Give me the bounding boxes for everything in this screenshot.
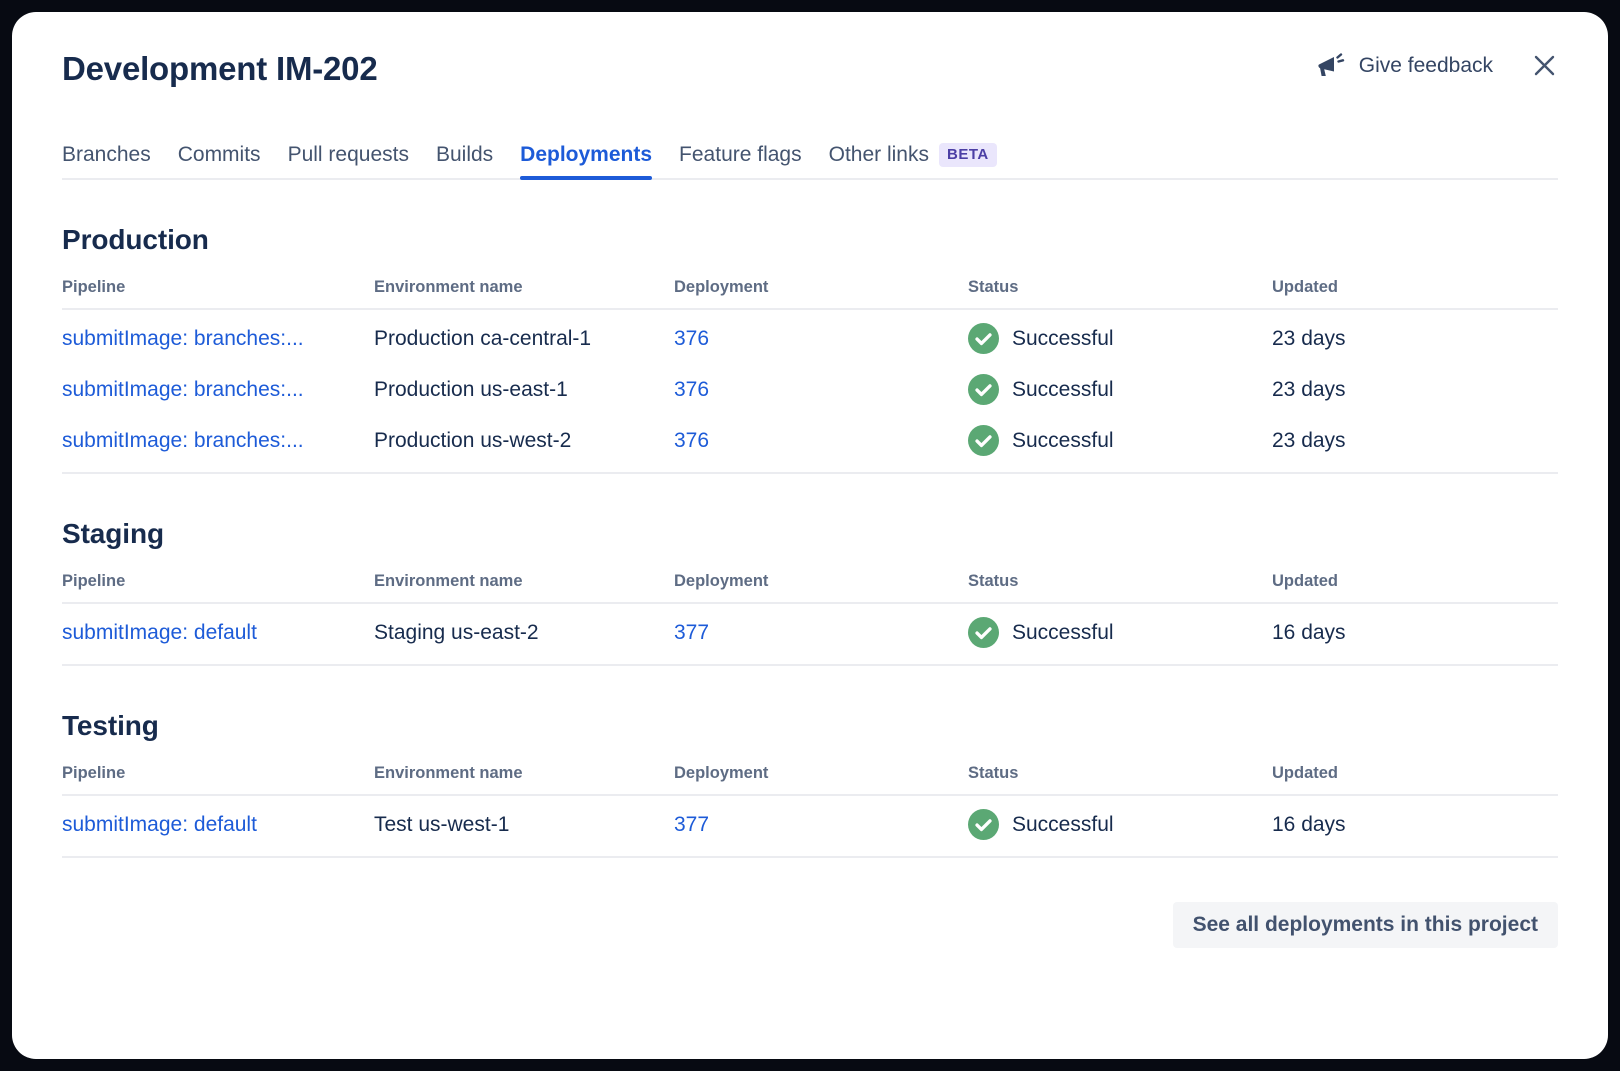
tab-branches[interactable]: Branches [62,143,151,180]
deployment-link[interactable]: 377 [674,813,968,837]
column-header-updated: Updated [1272,278,1558,297]
table-header-row: PipelineEnvironment nameDeploymentStatus… [62,278,1558,310]
section-heading: Production [62,224,1558,256]
environment-name: Production ca-central-1 [374,327,674,351]
column-header-status: Status [968,764,1272,783]
environment-name: Production us-west-2 [374,429,674,453]
column-header-status: Status [968,278,1272,297]
column-header-pipeline: Pipeline [62,572,374,591]
status-label: Successful [1012,378,1114,402]
column-header-updated: Updated [1272,764,1558,783]
pipeline-link[interactable]: submitImage: branches:... [62,378,374,402]
tab-feature-flags[interactable]: Feature flags [679,143,802,180]
column-header-pipeline: Pipeline [62,764,374,783]
beta-badge: BETA [939,143,997,167]
column-header-environment-name: Environment name [374,764,674,783]
megaphone-icon [1316,53,1346,79]
column-header-deployment: Deployment [674,278,968,297]
updated-cell: 23 days [1272,429,1558,453]
status-label: Successful [1012,813,1114,837]
tab-label: Deployments [520,143,652,167]
deployment-section: Testing PipelineEnvironment nameDeployme… [62,710,1558,858]
deployment-link[interactable]: 376 [674,378,968,402]
tab-label: Pull requests [288,143,409,167]
status-cell: Successful [968,323,1272,354]
tab-bar: Branches Commits Pull requests Builds De… [62,143,1558,180]
tab-label: Commits [178,143,261,167]
pipeline-link[interactable]: submitImage: branches:... [62,429,374,453]
deployment-link[interactable]: 376 [674,429,968,453]
success-check-icon [968,374,999,405]
success-check-icon [968,425,999,456]
updated-cell: 23 days [1272,327,1558,351]
section-heading: Staging [62,518,1558,550]
table-row: submitImage: default Test us-west-1 377 … [62,799,1558,850]
dialog-header: Development IM-202 Give feedback [62,48,1558,90]
column-header-environment-name: Environment name [374,572,674,591]
column-header-deployment: Deployment [674,572,968,591]
table-body: submitImage: branches:... Production ca-… [62,310,1558,474]
table-body: submitImage: default Staging us-east-2 3… [62,604,1558,666]
tab-pull-requests[interactable]: Pull requests [288,143,409,180]
status-cell: Successful [968,809,1272,840]
success-check-icon [968,617,999,648]
dialog-footer: See all deployments in this project [62,902,1558,948]
header-actions: Give feedback [1316,52,1558,79]
tab-label: Other links [829,143,929,167]
table-row: submitImage: default Staging us-east-2 3… [62,607,1558,658]
deployment-section: Staging PipelineEnvironment nameDeployme… [62,518,1558,666]
environment-name: Test us-west-1 [374,813,674,837]
updated-cell: 16 days [1272,813,1558,837]
see-all-deployments-button[interactable]: See all deployments in this project [1173,902,1558,948]
status-cell: Successful [968,617,1272,648]
deployment-link[interactable]: 377 [674,621,968,645]
status-label: Successful [1012,429,1114,453]
section-heading: Testing [62,710,1558,742]
table-header-row: PipelineEnvironment nameDeploymentStatus… [62,572,1558,604]
table-row: submitImage: branches:... Production us-… [62,364,1558,415]
page-title: Development IM-202 [62,48,378,90]
status-label: Successful [1012,621,1114,645]
table-row: submitImage: branches:... Production us-… [62,415,1558,466]
environment-name: Staging us-east-2 [374,621,674,645]
success-check-icon [968,323,999,354]
column-header-environment-name: Environment name [374,278,674,297]
pipeline-link[interactable]: submitImage: branches:... [62,327,374,351]
close-icon[interactable] [1531,52,1558,79]
updated-cell: 23 days [1272,378,1558,402]
tab-commits[interactable]: Commits [178,143,261,180]
table-header-row: PipelineEnvironment nameDeploymentStatus… [62,764,1558,796]
development-dialog: Development IM-202 Give feedback Br [12,12,1608,1059]
tab-label: Branches [62,143,151,167]
table-row: submitImage: branches:... Production ca-… [62,313,1558,364]
pipeline-link[interactable]: submitImage: default [62,813,374,837]
environment-name: Production us-east-1 [374,378,674,402]
give-feedback-button[interactable]: Give feedback [1316,53,1493,79]
give-feedback-label: Give feedback [1359,54,1493,78]
column-header-status: Status [968,572,1272,591]
tab-builds[interactable]: Builds [436,143,493,180]
tab-other-links[interactable]: Other links BETA [829,143,997,180]
status-cell: Successful [968,425,1272,456]
updated-cell: 16 days [1272,621,1558,645]
column-header-pipeline: Pipeline [62,278,374,297]
tab-deployments[interactable]: Deployments [520,143,652,180]
sections-container: Production PipelineEnvironment nameDeplo… [62,224,1558,858]
table-body: submitImage: default Test us-west-1 377 … [62,796,1558,858]
pipeline-link[interactable]: submitImage: default [62,621,374,645]
deployment-link[interactable]: 376 [674,327,968,351]
tab-label: Builds [436,143,493,167]
success-check-icon [968,809,999,840]
status-label: Successful [1012,327,1114,351]
column-header-deployment: Deployment [674,764,968,783]
status-cell: Successful [968,374,1272,405]
tab-label: Feature flags [679,143,802,167]
deployment-section: Production PipelineEnvironment nameDeplo… [62,224,1558,474]
column-header-updated: Updated [1272,572,1558,591]
